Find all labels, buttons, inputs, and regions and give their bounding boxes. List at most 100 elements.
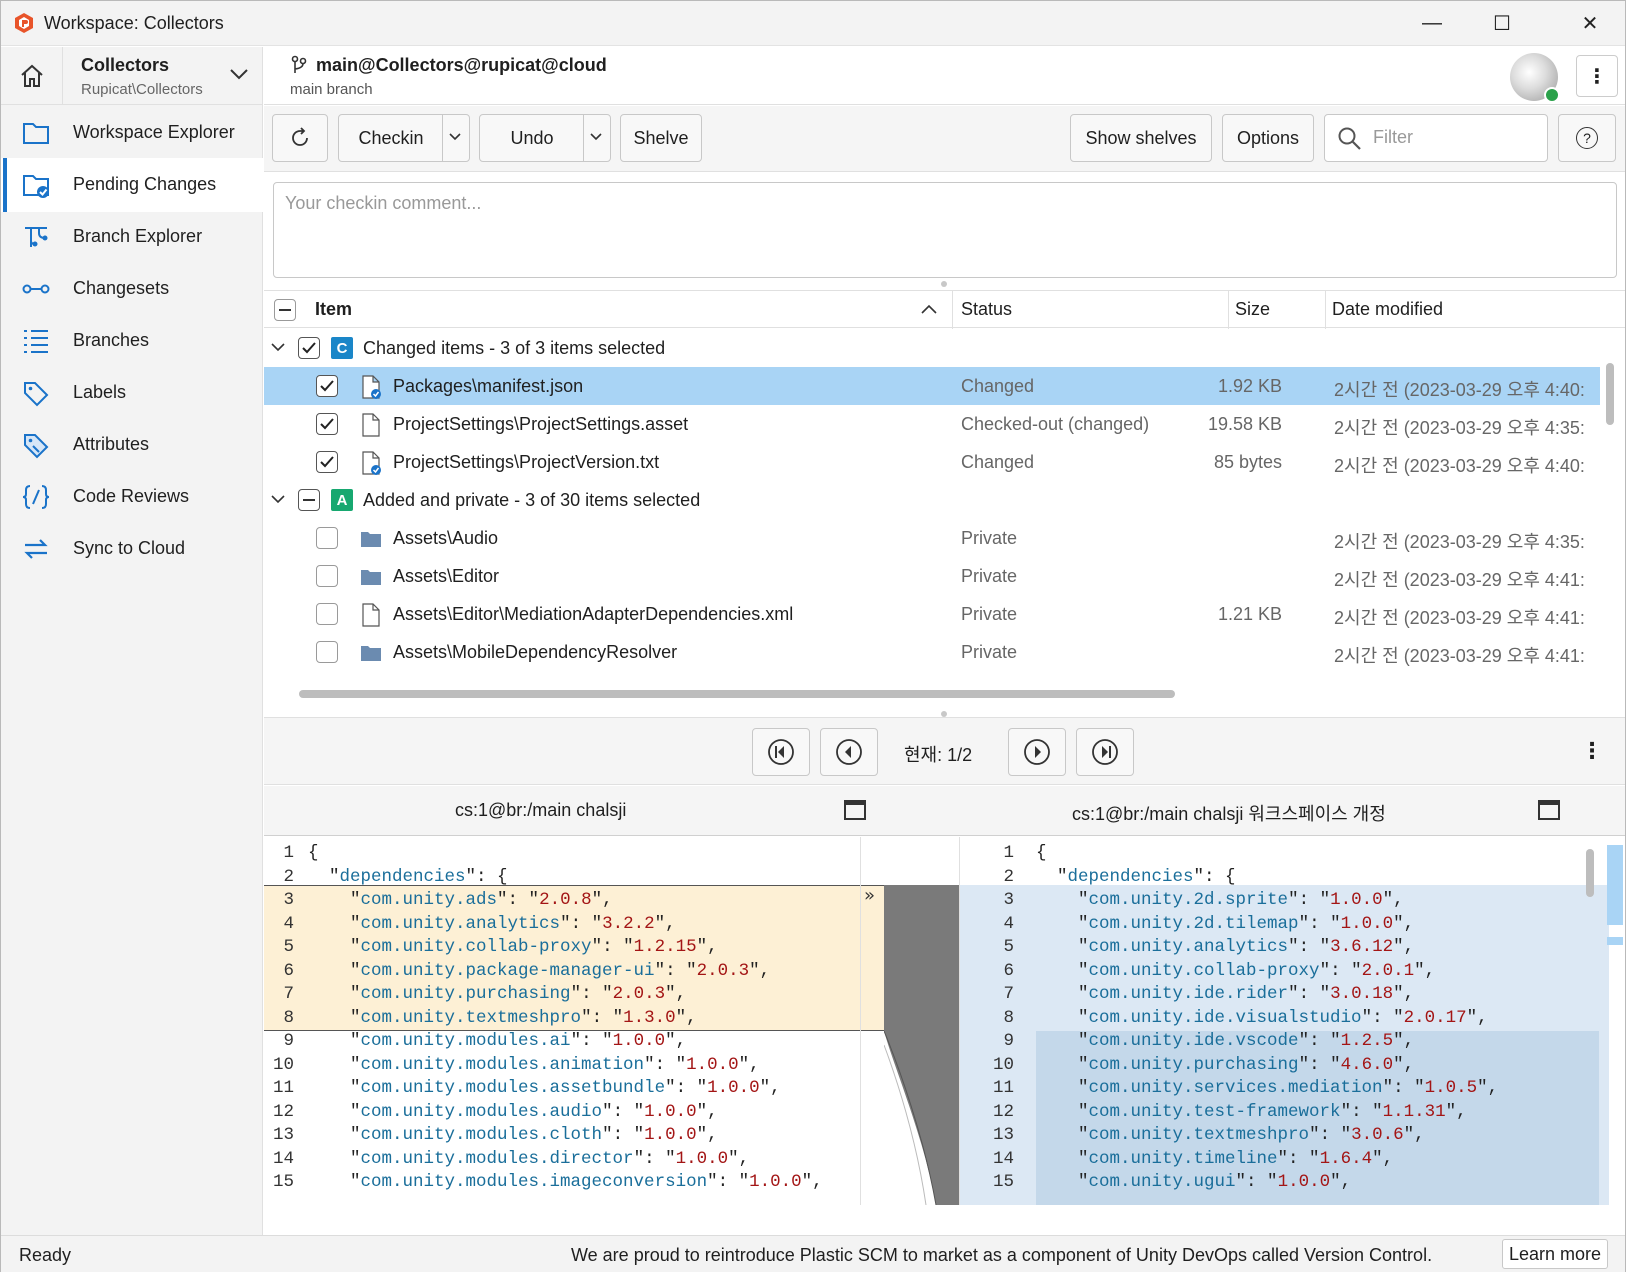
maximize-left-pane-icon[interactable] [844, 800, 866, 820]
previous-difference-button[interactable] [820, 728, 878, 776]
shelve-button[interactable]: Shelve [620, 114, 702, 162]
plastic-scm-logo-icon [15, 13, 33, 33]
item-name: Assets\MobileDependencyResolver [393, 642, 678, 662]
show-shelves-button[interactable]: Show shelves [1070, 114, 1212, 162]
chevron-down-icon[interactable] [270, 493, 286, 505]
sidebar-item-branches[interactable]: Branches [1, 314, 263, 368]
column-divider[interactable] [952, 291, 953, 329]
json-value: 1.2.15 [633, 937, 697, 957]
group-row-added[interactable]: A Added and private - 3 of 30 items sele… [264, 481, 1600, 519]
undo-button[interactable]: Undo [479, 114, 611, 162]
checkin-comment-box[interactable] [273, 182, 1617, 278]
filter-field[interactable] [1324, 114, 1548, 162]
home-button[interactable] [1, 47, 63, 105]
item-date: 2시간 전 (2023-03-29 오후 4:41: [1334, 570, 1585, 590]
app-window: Workspace: Collectors — ☐ ✕ Collectors R… [0, 0, 1626, 1272]
avatar[interactable] [1510, 53, 1560, 103]
next-difference-button[interactable] [1008, 728, 1066, 776]
json-key: com.unity.2d.tilemap [1088, 913, 1299, 934]
folder-icon [361, 646, 381, 661]
sidebar-item-changesets[interactable]: Changesets [1, 262, 263, 316]
current-difference-label: 현재: 1/2 [904, 745, 973, 765]
refresh-button[interactable] [272, 114, 328, 162]
item-checkbox[interactable] [316, 451, 338, 473]
diff-options-button[interactable]: ⋮ [1581, 736, 1603, 766]
diff-overview-marker [1607, 937, 1623, 945]
workspace-selector[interactable]: Collectors Rupicat\Collectors [63, 47, 263, 105]
list-item[interactable]: Assets\Editor Private 2시간 전 (2023-03-29 오후… [264, 557, 1600, 595]
column-header-date[interactable]: Date modified [1332, 299, 1443, 320]
column-divider[interactable] [1325, 291, 1326, 329]
diff-vertical-scrollbar[interactable] [1586, 849, 1594, 897]
sidebar-item-code-reviews[interactable]: Code Reviews [1, 470, 263, 524]
checkin-label: Checkin [358, 127, 424, 148]
announcement-message: We are proud to reintroduce Plastic SCM … [571, 1245, 1433, 1265]
column-divider[interactable] [1228, 291, 1229, 329]
diff-overview-marker [1607, 845, 1623, 925]
list-item[interactable]: Assets\Audio Private 2시간 전 (2023-03-29 오후 … [264, 519, 1600, 557]
help-button[interactable]: ? [1558, 114, 1616, 162]
column-header-status[interactable]: Status [961, 299, 1012, 320]
list-item[interactable]: ProjectSettings\ProjectVersion.txt Change… [264, 443, 1600, 481]
sidebar-item-attributes[interactable]: Attributes [1, 418, 263, 472]
more-options-button[interactable]: ⋮ [1576, 55, 1618, 97]
last-difference-button[interactable] [1076, 728, 1134, 776]
group-checkbox[interactable] [298, 337, 320, 359]
item-checkbox[interactable] [316, 565, 338, 587]
json-key: dependencies [339, 866, 466, 887]
column-header-size[interactable]: Size [1235, 299, 1270, 320]
json-value: 1.6.4 [1319, 1148, 1373, 1169]
minimize-button[interactable]: — [1397, 1, 1467, 46]
maximize-right-pane-icon[interactable] [1538, 800, 1560, 820]
checkin-button[interactable]: Checkin [338, 114, 470, 162]
merge-arrow-icon[interactable]: » [864, 885, 875, 906]
splitter-handle[interactable] [941, 281, 947, 287]
options-button[interactable]: Options [1222, 114, 1314, 162]
chevron-down-icon[interactable] [270, 341, 286, 353]
list-item[interactable]: Packages\manifest.json Changed 1.92 KB 2시간 … [264, 367, 1600, 405]
list-horizontal-scrollbar[interactable] [299, 690, 1175, 698]
select-all-checkbox[interactable] [274, 299, 296, 321]
sidebar-item-label: Code Reviews [73, 486, 190, 506]
json-key: com.unity.modules.audio [360, 1101, 603, 1122]
item-checkbox[interactable] [316, 413, 338, 435]
kebab-menu-icon: ⋮ [1587, 65, 1607, 88]
group-checkbox[interactable] [298, 489, 320, 511]
column-header-item[interactable]: Item [315, 299, 352, 320]
chevron-down-icon[interactable] [589, 130, 603, 144]
list-item[interactable]: ProjectSettings\ProjectSettings.asset Che… [264, 405, 1600, 443]
item-checkbox[interactable] [316, 527, 338, 549]
line-number: 7 [283, 984, 294, 1004]
status-bar: Ready We are proud to reintroduce Plasti… [1, 1235, 1625, 1272]
group-row-changed[interactable]: C Changed items - 3 of 3 items selected [264, 329, 1600, 367]
chevron-down-icon[interactable] [448, 130, 462, 144]
first-difference-button[interactable] [752, 728, 810, 776]
item-checkbox[interactable] [316, 641, 338, 663]
sidebar-item-branch-explorer[interactable]: Branch Explorer [1, 210, 263, 264]
list-vertical-scrollbar[interactable] [1606, 363, 1614, 425]
close-button[interactable]: ✕ [1555, 1, 1625, 46]
sidebar-item-pending-changes[interactable]: Pending Changes [1, 158, 263, 212]
changed-file-icon [362, 451, 381, 475]
learn-more-button[interactable]: Learn more [1502, 1239, 1608, 1269]
line-number: 10 [992, 1054, 1014, 1075]
line-number: 11 [272, 1078, 294, 1098]
item-date: 2시간 전 (2023-03-29 오후 4:40: [1334, 380, 1585, 400]
maximize-button[interactable]: ☐ [1467, 1, 1537, 46]
help-icon: ? [1576, 127, 1598, 149]
item-checkbox[interactable] [316, 375, 338, 397]
list-item[interactable]: Assets\Editor\MediationAdapterDependenci… [264, 595, 1600, 633]
left-pane-divider [860, 837, 861, 1205]
sidebar-item-workspace-explorer[interactable]: Workspace Explorer [1, 106, 263, 160]
item-checkbox[interactable] [316, 603, 338, 625]
sidebar-item-labels[interactable]: Labels [1, 366, 263, 420]
group-label: Added and private - 3 of 30 items select… [363, 490, 701, 510]
checkin-comment-input[interactable] [274, 183, 1616, 277]
filter-input[interactable] [1373, 127, 1541, 148]
sidebar-item-sync-to-cloud[interactable]: Sync to Cloud [1, 522, 263, 576]
json-key: com.unity.analytics [1088, 937, 1289, 957]
item-name: ProjectSettings\ProjectSettings.asset [393, 414, 689, 434]
json-key: com.unity.purchasing [360, 984, 571, 1004]
list-item[interactable]: Assets\MobileDependencyResolver Private 2시… [264, 633, 1600, 671]
json-key: com.unity.purchasing [1088, 1054, 1299, 1075]
